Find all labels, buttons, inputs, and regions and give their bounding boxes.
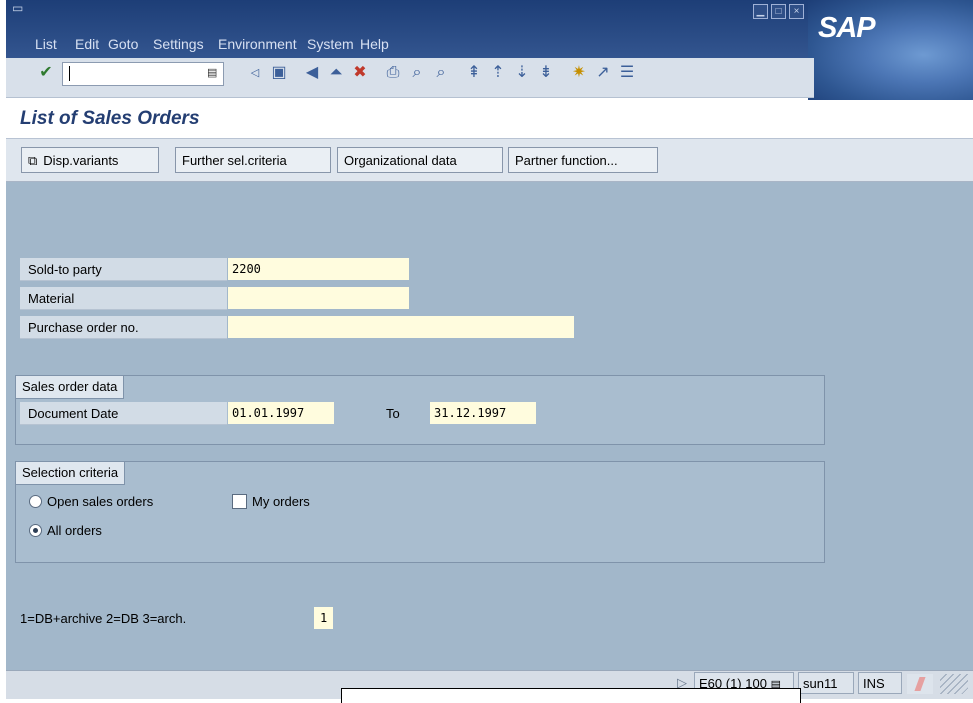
insert-mode-field[interactable]: INS [858,672,902,694]
minimize-icon[interactable]: ▁ [753,4,768,19]
menu-environment[interactable]: Environment [218,35,297,53]
status-light-mark [914,677,926,691]
sold-to-party-input[interactable]: 2200 [228,258,409,280]
create-session-icon[interactable]: ✷ [569,63,589,83]
menu-help[interactable]: Help [360,35,389,53]
cancel-icon[interactable]: ✖ [350,63,370,83]
enter-check-icon[interactable]: ✔ [36,63,56,83]
close-icon[interactable]: × [789,4,804,19]
sales-order-data-title: Sales order data [16,376,125,399]
disp-variants-label: Disp.variants [43,153,119,168]
all-orders-radio[interactable] [29,524,42,537]
my-orders-label: My orders [252,494,310,509]
purchase-order-label: Purchase order no. [28,320,139,335]
print-icon[interactable]: ⎙ [383,63,403,83]
variants-icon: ⧉ [28,153,38,168]
sold-to-party-label: Sold-to party [28,262,102,277]
document-date-label: Document Date [28,406,119,421]
exit-icon[interactable]: ⏶ [326,63,346,83]
my-orders-checkbox[interactable] [232,494,247,509]
material-label: Material [28,291,75,306]
archive-label: 1=DB+archive 2=DB 3=arch. [20,611,187,626]
document-date-from-input[interactable]: 01.01.1997 [228,402,334,424]
menu-edit[interactable]: Edit [75,35,99,53]
status-light-icon [907,674,933,694]
first-page-icon[interactable]: ⇞ [464,63,484,83]
document-date-label-row: Document Date [20,402,227,425]
command-history-icon[interactable]: ▤ [207,66,217,79]
last-page-icon[interactable]: ⇟ [536,63,556,83]
server-field: sun11 [798,672,854,694]
all-orders-label: All orders [47,523,102,538]
further-sel-criteria-button[interactable]: Further sel.criteria [175,147,331,173]
text-cursor [69,66,70,81]
find-icon[interactable]: ⌕ [407,63,427,83]
partner-function-button[interactable]: Partner function... [508,147,658,173]
next-page-icon[interactable]: ⇣ [512,63,532,83]
overlay-box [341,688,801,703]
open-orders-radio[interactable] [29,495,42,508]
save-icon[interactable]: ▣ [269,63,289,83]
menu-list[interactable]: List [35,35,57,53]
archive-input[interactable]: 1 [314,607,333,629]
sap-logo: SAP [808,0,973,100]
disp-variants-button[interactable]: ⧉ Disp.variants [21,147,159,173]
resize-grip-icon[interactable] [940,674,968,694]
command-field[interactable]: ▤ [62,62,224,86]
open-orders-label: Open sales orders [47,494,154,509]
selection-criteria-title: Selection criteria [16,462,126,485]
selection-criteria-group: Selection criteria [15,461,825,563]
find-next-icon[interactable]: ⌕ [431,63,451,83]
help-icon[interactable]: ☰ [617,63,637,83]
back-icon[interactable]: ◀ [302,63,322,83]
shortcut-icon[interactable]: ↗ [593,63,613,83]
material-label-row: Material [20,287,227,310]
document-date-to-input[interactable]: 31.12.1997 [430,402,536,424]
title-bar: List of Sales Orders [6,100,973,139]
maximize-icon[interactable]: □ [771,4,786,19]
system-menu-icon[interactable]: ▭ [12,2,24,14]
menu-settings[interactable]: Settings [153,35,204,53]
purchase-order-label-row: Purchase order no. [20,316,227,339]
page-title: List of Sales Orders [20,108,200,129]
sap-logo-text: SAP [818,12,876,44]
material-input[interactable] [228,287,409,309]
organizational-data-button[interactable]: Organizational data [337,147,503,173]
menu-system[interactable]: System [307,35,354,53]
date-to-label: To [386,406,400,421]
sold-to-party-label-row: Sold-to party [20,258,227,281]
previous-page-icon[interactable]: ⇡ [488,63,508,83]
back-arrow-icon[interactable]: ◁ [245,63,265,83]
menu-goto[interactable]: Goto [108,35,138,53]
purchase-order-input[interactable] [228,316,574,338]
